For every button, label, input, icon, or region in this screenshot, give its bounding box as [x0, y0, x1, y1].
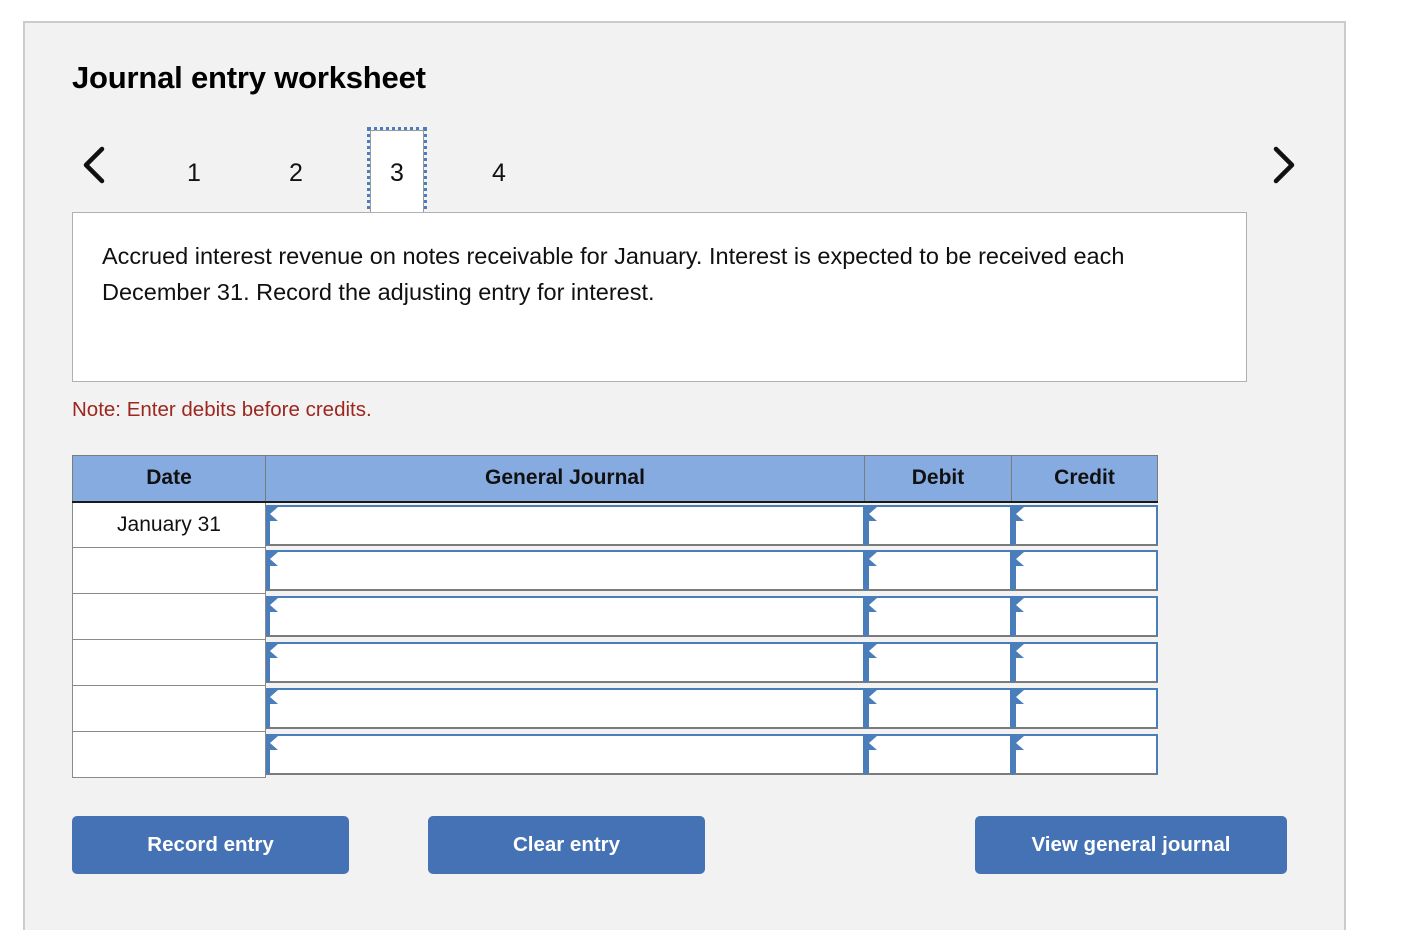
debit-cell-4[interactable]	[864, 639, 1012, 686]
screenshot-root: Journal entry worksheet 1 2 3 4 Accrued …	[0, 0, 1414, 930]
table-row	[72, 731, 1158, 778]
column-header-debit: Debit	[864, 455, 1012, 503]
date-cell-5[interactable]	[72, 685, 266, 732]
general-journal-cell-5[interactable]	[265, 685, 865, 732]
entry-tab-1-label: 1	[187, 159, 201, 187]
credit-input-1[interactable]	[1011, 504, 1158, 546]
credit-cell-5[interactable]	[1011, 685, 1158, 732]
transaction-description-text: Accrued interest revenue on notes receiv…	[102, 243, 1125, 305]
entry-tab-1[interactable]: 1	[167, 130, 221, 214]
column-header-date: Date	[72, 455, 266, 503]
table-row: January 31	[72, 501, 1158, 548]
chevron-right-icon[interactable]	[1266, 142, 1300, 188]
credit-input-5[interactable]	[1011, 688, 1158, 729]
debit-cell-5[interactable]	[864, 685, 1012, 732]
view-general-journal-button[interactable]: View general journal	[975, 816, 1287, 874]
credit-input-3[interactable]	[1011, 596, 1158, 637]
credit-input-2[interactable]	[1011, 550, 1158, 591]
debits-before-credits-note: Note: Enter debits before credits.	[72, 398, 372, 421]
general-journal-cell-2[interactable]	[265, 547, 865, 594]
debit-input-4[interactable]	[864, 642, 1012, 683]
general-journal-cell-4[interactable]	[265, 639, 865, 686]
date-cell-1[interactable]: January 31	[72, 501, 266, 548]
general-journal-input-5[interactable]	[266, 688, 865, 729]
chevron-left-icon[interactable]	[78, 142, 112, 188]
worksheet-panel: Journal entry worksheet 1 2 3 4 Accrued …	[23, 21, 1346, 930]
credit-cell-2[interactable]	[1011, 547, 1158, 594]
credit-input-6[interactable]	[1011, 734, 1158, 775]
debit-cell-3[interactable]	[864, 593, 1012, 640]
debit-input-1[interactable]	[864, 504, 1012, 546]
general-journal-cell-6[interactable]	[265, 731, 865, 778]
debit-input-5[interactable]	[864, 688, 1012, 729]
general-journal-input-6[interactable]	[266, 734, 865, 775]
entry-tab-2-label: 2	[289, 159, 303, 187]
table-row	[72, 639, 1158, 686]
record-entry-button[interactable]: Record entry	[72, 816, 349, 874]
date-cell-3[interactable]	[72, 593, 266, 640]
debit-input-6[interactable]	[864, 734, 1012, 775]
general-journal-cell-1[interactable]	[265, 501, 865, 548]
table-header-row: Date General Journal Debit Credit	[72, 455, 1158, 503]
date-cell-2[interactable]	[72, 547, 266, 594]
transaction-description-box: Accrued interest revenue on notes receiv…	[72, 212, 1247, 382]
general-journal-input-1[interactable]	[266, 504, 865, 546]
table-row	[72, 685, 1158, 732]
debit-cell-2[interactable]	[864, 547, 1012, 594]
entry-tab-3[interactable]: 3	[367, 127, 427, 217]
column-header-general-journal: General Journal	[265, 455, 865, 503]
page-title: Journal entry worksheet	[72, 60, 426, 95]
credit-cell-1[interactable]	[1011, 501, 1158, 548]
general-journal-input-4[interactable]	[266, 642, 865, 683]
debit-cell-1[interactable]	[864, 501, 1012, 548]
credit-cell-6[interactable]	[1011, 731, 1158, 778]
general-journal-cell-3[interactable]	[265, 593, 865, 640]
date-cell-6[interactable]	[72, 731, 266, 778]
table-row	[72, 593, 1158, 640]
credit-cell-3[interactable]	[1011, 593, 1158, 640]
clear-entry-button[interactable]: Clear entry	[428, 816, 705, 874]
debit-cell-6[interactable]	[864, 731, 1012, 778]
debit-input-2[interactable]	[864, 550, 1012, 591]
entry-pager: 1 2 3 4	[72, 127, 1300, 217]
entry-tab-4-label: 4	[492, 159, 506, 187]
entry-tab-3-label: 3	[390, 159, 404, 187]
journal-entry-table: Date General Journal Debit Credit Januar…	[72, 455, 1158, 778]
credit-input-4[interactable]	[1011, 642, 1158, 683]
date-cell-4[interactable]	[72, 639, 266, 686]
table-row	[72, 547, 1158, 594]
debit-input-3[interactable]	[864, 596, 1012, 637]
general-journal-input-2[interactable]	[266, 550, 865, 591]
column-header-credit: Credit	[1011, 455, 1158, 503]
general-journal-input-3[interactable]	[266, 596, 865, 637]
entry-tab-2[interactable]: 2	[269, 130, 323, 214]
entry-tab-4[interactable]: 4	[472, 130, 526, 214]
credit-cell-4[interactable]	[1011, 639, 1158, 686]
